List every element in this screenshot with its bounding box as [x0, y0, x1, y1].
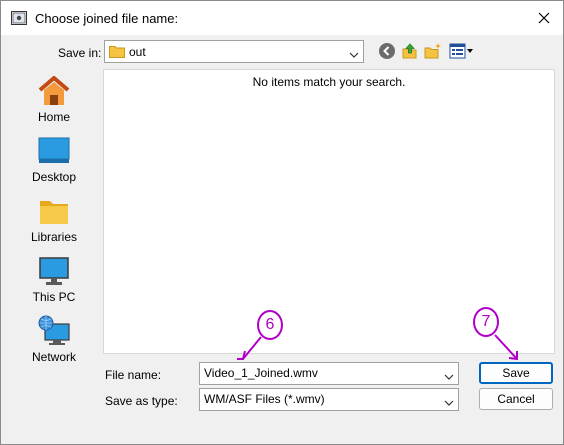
annotation-arrows	[237, 334, 518, 361]
annotation-arrow-6	[242, 336, 262, 360]
save-dialog: Choose joined file name: Save in: out Ho…	[0, 0, 564, 445]
annotation-arrow-7	[494, 334, 518, 360]
annotation-arrowhead-6	[237, 350, 246, 360]
